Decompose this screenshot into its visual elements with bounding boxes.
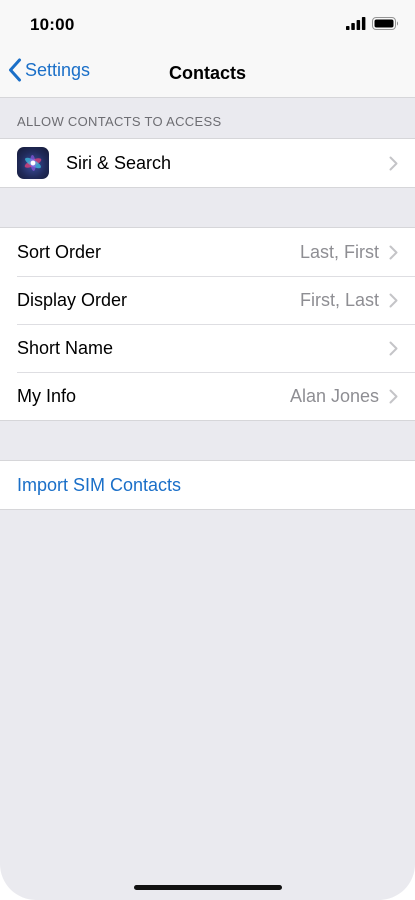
siri-search-row[interactable]: Siri & Search — [0, 139, 415, 187]
display-order-row[interactable]: Display Order First, Last — [0, 276, 415, 324]
status-bar: 10:00 — [0, 0, 415, 50]
chevron-right-icon — [389, 245, 398, 260]
cellular-signal-icon — [346, 17, 366, 30]
chevron-right-icon — [389, 293, 398, 308]
status-icons — [346, 17, 399, 30]
contacts-options-group: Sort Order Last, First Display Order Fir… — [0, 227, 415, 421]
sort-order-label: Sort Order — [17, 241, 102, 262]
display-order-value: First, Last — [299, 289, 379, 310]
siri-search-label: Siri & Search — [66, 152, 172, 173]
import-group: Import SIM Contacts — [0, 460, 415, 510]
status-time: 10:00 — [30, 15, 75, 34]
import-sim-contacts-label: Import SIM Contacts — [17, 474, 182, 495]
chevron-right-icon — [389, 341, 398, 356]
allow-access-group: Siri & Search — [0, 138, 415, 188]
my-info-value: Alan Jones — [289, 385, 379, 406]
section-header-label: ALLOW CONTACTS TO ACCESS — [17, 114, 222, 129]
short-name-row[interactable]: Short Name — [0, 324, 415, 372]
navigation-bar: Settings Contacts — [0, 50, 415, 97]
section-header-allow-access: ALLOW CONTACTS TO ACCESS — [0, 98, 415, 138]
short-name-label: Short Name — [17, 337, 114, 358]
chevron-right-icon — [389, 389, 398, 404]
sort-order-value: Last, First — [299, 241, 379, 262]
siri-icon — [17, 147, 49, 179]
top-area: 10:00 Settings Contacts — [0, 0, 415, 98]
page-title: Contacts — [168, 63, 246, 83]
home-indicator[interactable] — [134, 885, 282, 890]
battery-icon — [372, 17, 398, 30]
sort-order-row[interactable]: Sort Order Last, First — [0, 228, 415, 276]
import-sim-contacts-button[interactable]: Import SIM Contacts — [0, 461, 415, 509]
display-order-label: Display Order — [17, 289, 128, 310]
chevron-right-icon — [389, 156, 398, 171]
my-info-label: My Info — [17, 385, 77, 406]
contacts-settings-screen: 10:00 Settings Contacts ALLOW CONTACTS T… — [0, 0, 415, 900]
my-info-row[interactable]: My Info Alan Jones — [0, 372, 415, 420]
